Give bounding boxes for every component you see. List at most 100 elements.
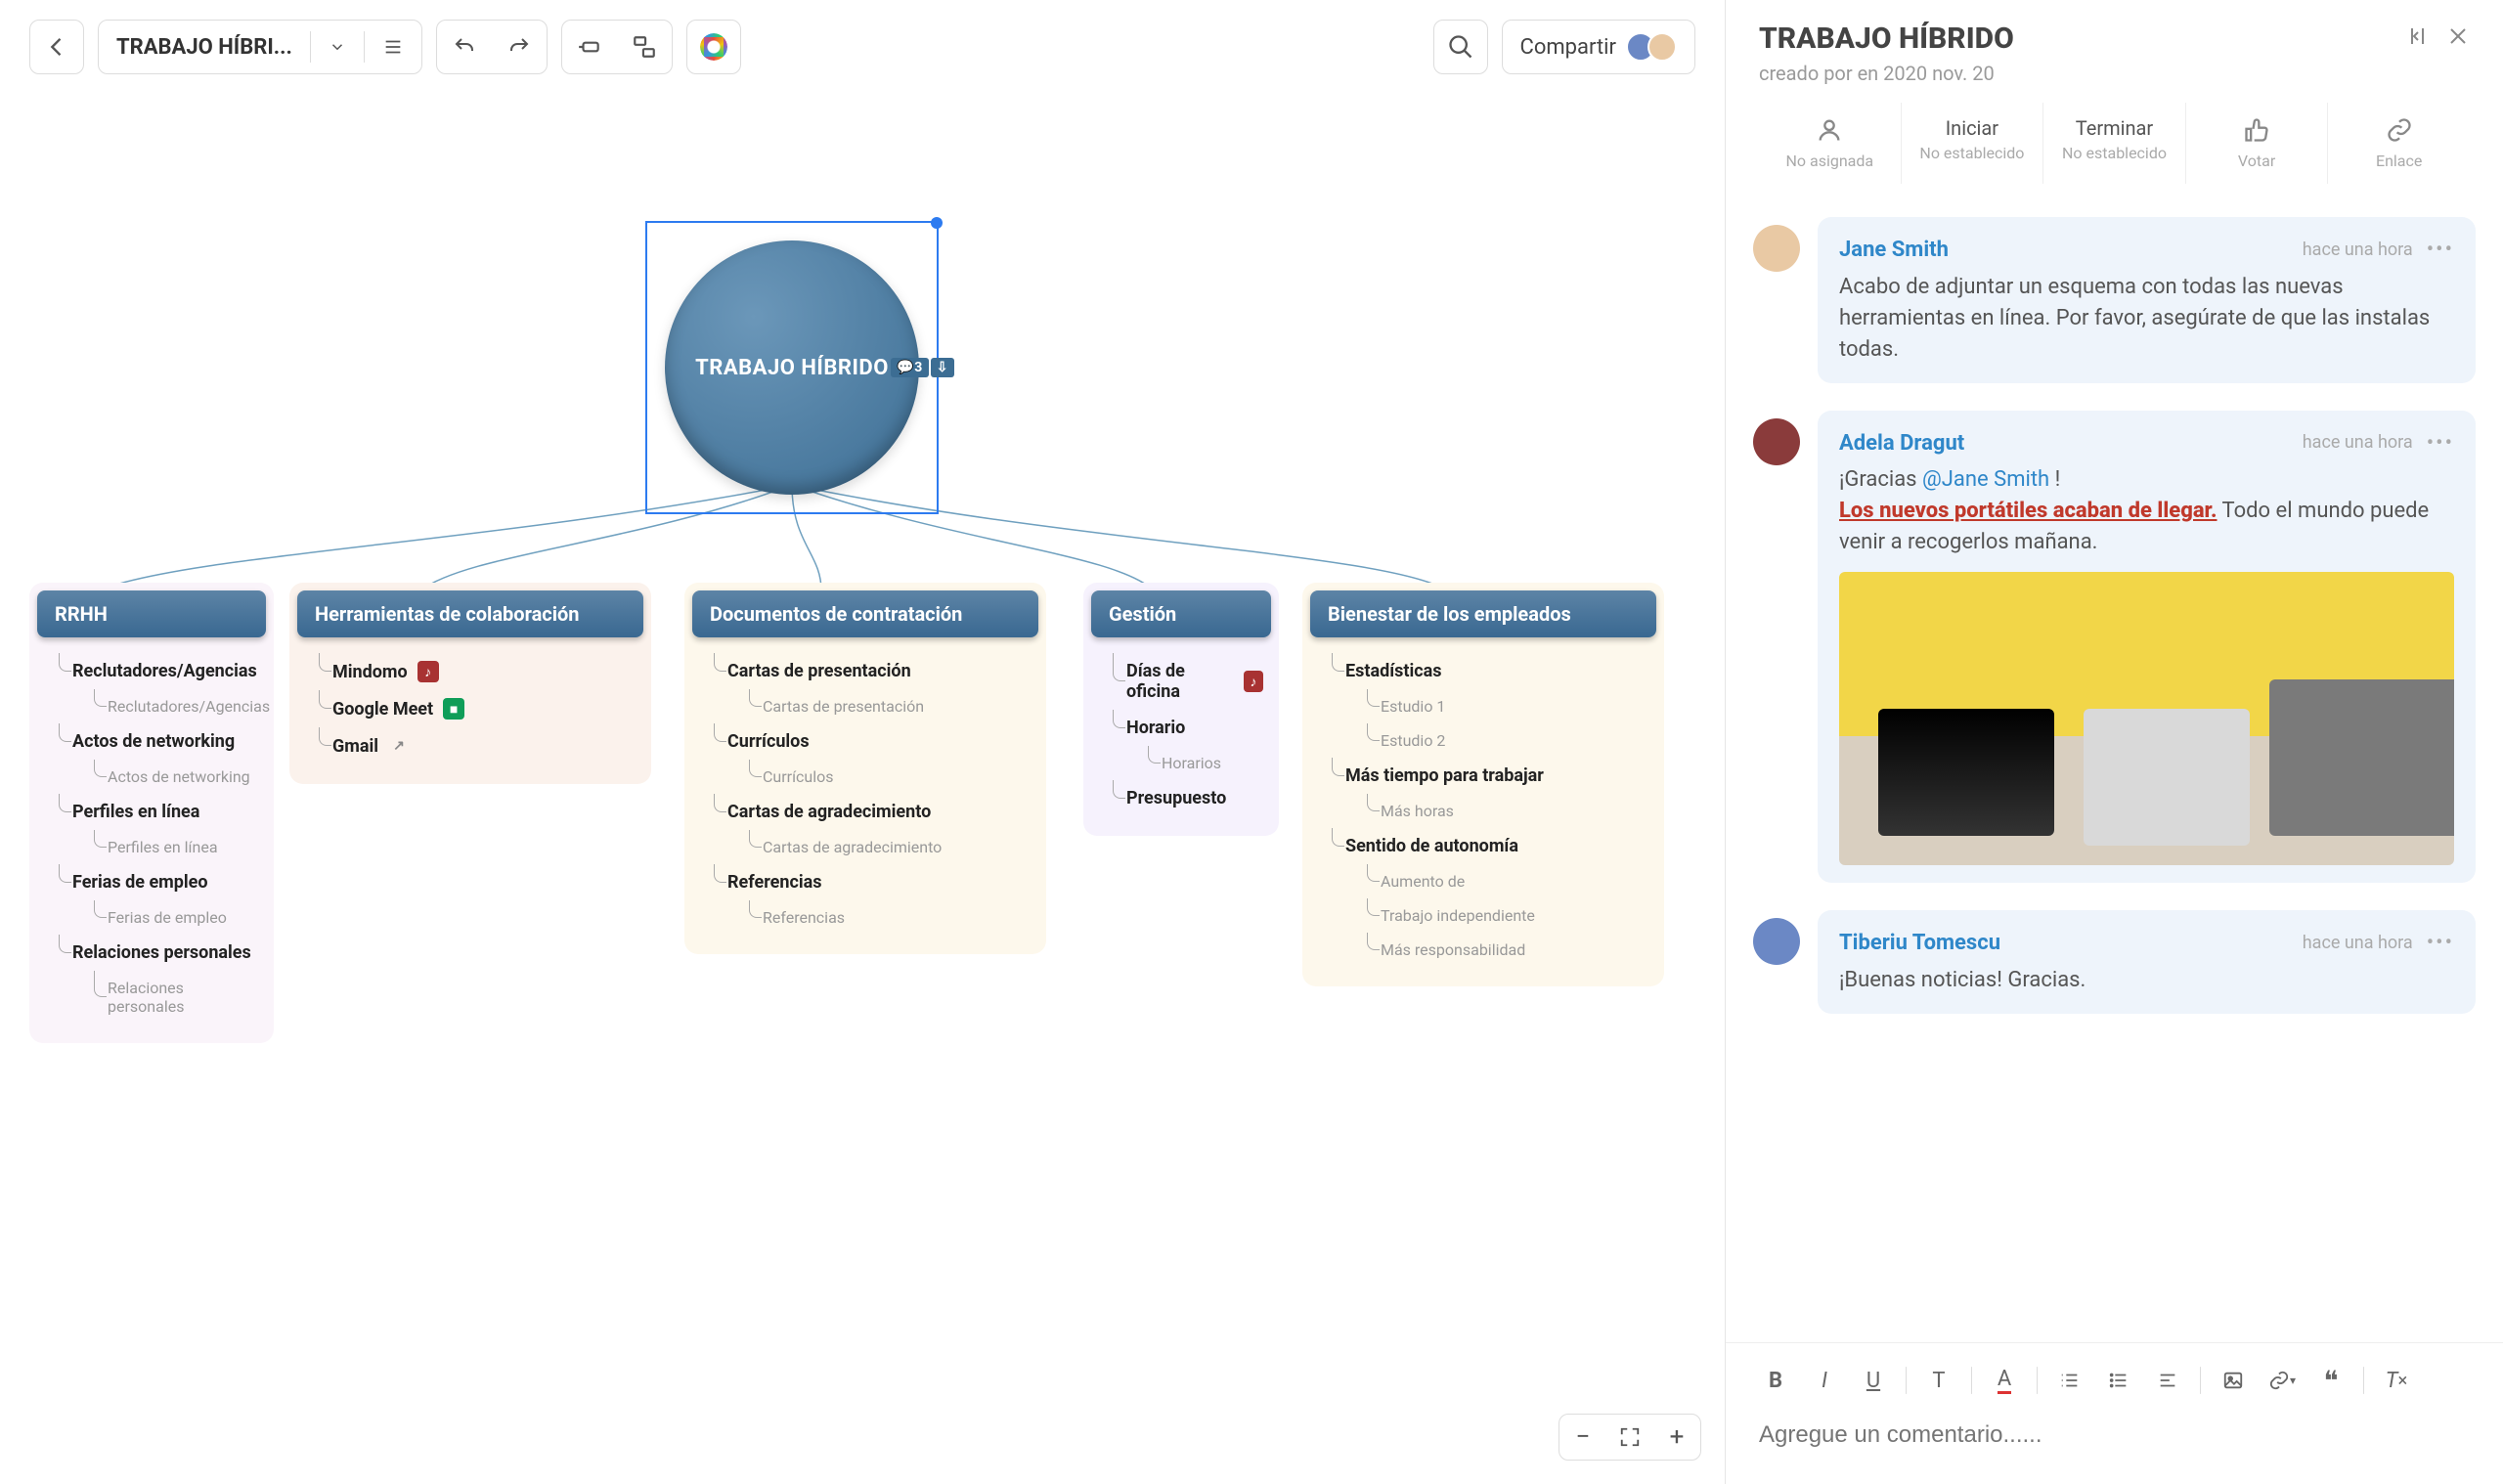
zoom-fit-button[interactable]: [1606, 1415, 1653, 1460]
branch-item[interactable]: Estudio 1: [1332, 689, 1648, 723]
branch-item[interactable]: Más tiempo para trabajar: [1332, 758, 1648, 794]
branch-item[interactable]: Estadísticas: [1332, 653, 1648, 689]
branch-header[interactable]: RRHH: [37, 590, 266, 637]
link-button[interactable]: ▾: [2260, 1359, 2305, 1402]
font-button[interactable]: T: [1916, 1359, 1961, 1402]
text-color-button[interactable]: A: [1982, 1359, 2027, 1402]
zoom-out-button[interactable]: −: [1559, 1415, 1606, 1460]
central-node-label: TRABAJO HÍBRIDO: [695, 356, 889, 380]
zoom-in-button[interactable]: +: [1653, 1415, 1700, 1460]
app-logo-button[interactable]: [686, 20, 741, 74]
separator: [2037, 1367, 2038, 1394]
italic-button[interactable]: I: [1802, 1359, 1847, 1402]
branch-rrhh[interactable]: RRHH Reclutadores/AgenciasReclutadores/Ag…: [29, 583, 274, 1043]
branch-item[interactable]: Reclutadores/Agencias: [59, 653, 258, 689]
comments-badge[interactable]: 💬3: [891, 358, 928, 377]
redo-button[interactable]: [492, 21, 547, 73]
branch-item[interactable]: Perfiles en línea: [59, 830, 258, 864]
branch-item[interactable]: Perfiles en línea: [59, 794, 258, 830]
branch-item[interactable]: Trabajo independiente: [1332, 898, 1648, 933]
meta-item[interactable]: No asignada: [1759, 103, 1902, 184]
branch-item[interactable]: Horario: [1113, 710, 1263, 746]
quote-button[interactable]: ❝: [2308, 1359, 2353, 1402]
undo-button[interactable]: [437, 21, 492, 73]
ordered-list-button[interactable]: [2047, 1359, 2092, 1402]
branch-header[interactable]: Bienestar de los empleados: [1310, 590, 1656, 637]
meta-item[interactable]: IniciarNo establecido: [1902, 103, 2044, 184]
mindmap-canvas[interactable]: TRABAJO HÍBRIDO 💬3 ⇩ RRHH Reclutadores/Ag…: [0, 94, 1725, 1484]
meta-item[interactable]: TerminarNo establecido: [2043, 103, 2186, 184]
branch-item[interactable]: Referencias: [714, 864, 1031, 900]
branch-header[interactable]: Herramientas de colaboración: [297, 590, 643, 637]
align-button[interactable]: [2145, 1359, 2190, 1402]
branch-item[interactable]: Ferias de empleo: [59, 864, 258, 900]
branch-item-label: Perfiles en línea: [72, 802, 199, 822]
meta-item[interactable]: Votar: [2186, 103, 2329, 184]
insert-topic-button[interactable]: [562, 21, 617, 73]
search-button[interactable]: [1433, 20, 1488, 74]
branch-item[interactable]: Gmail↗: [319, 727, 636, 764]
close-panel-button[interactable]: [2446, 24, 2470, 54]
branch-item[interactable]: Más horas: [1332, 794, 1648, 828]
comment-image[interactable]: [1839, 572, 2454, 865]
branch-header[interactable]: Gestión: [1091, 590, 1271, 637]
branch-item[interactable]: Cartas de agradecimiento: [714, 794, 1031, 830]
meta-item[interactable]: Enlace: [2328, 103, 2470, 184]
underline-button[interactable]: U: [1851, 1359, 1896, 1402]
comment-editor: B I U T A ▾ ❝ T×: [1726, 1342, 2503, 1484]
branch-bienestar[interactable]: Bienestar de los empleadosEstadísticasEs…: [1302, 583, 1664, 986]
comment-input[interactable]: [1753, 1402, 2476, 1468]
branch-item[interactable]: Currículos: [714, 760, 1031, 794]
menu-button[interactable]: [365, 21, 421, 73]
collapse-panel-button[interactable]: [2403, 24, 2427, 54]
insert-subtopic-button[interactable]: [617, 21, 672, 73]
branch-item[interactable]: Relaciones personales: [59, 935, 258, 971]
branch-item[interactable]: Google Meet■: [319, 690, 636, 727]
branch-item-label: Más responsabilidad: [1381, 940, 1525, 959]
branch-header[interactable]: Documentos de contratación: [692, 590, 1038, 637]
share-button[interactable]: Compartir: [1502, 20, 1695, 74]
search-icon: [1447, 33, 1474, 61]
central-node[interactable]: TRABAJO HÍBRIDO 💬3 ⇩: [665, 240, 919, 495]
comment-author[interactable]: Adela Dragut: [1839, 428, 1964, 459]
map-title[interactable]: TRABAJO HÍBRI...: [99, 21, 310, 73]
item-icon: ■: [443, 698, 464, 720]
branch-item[interactable]: Cartas de presentación: [714, 653, 1031, 689]
attachment-badge[interactable]: ⇩: [931, 358, 954, 377]
branch-item[interactable]: Más responsabilidad: [1332, 933, 1648, 967]
unordered-list-button[interactable]: [2096, 1359, 2141, 1402]
branch-item[interactable]: Reclutadores/Agencias: [59, 689, 258, 723]
branch-item[interactable]: Actos de networking: [59, 723, 258, 760]
branch-item[interactable]: Actos de networking: [59, 760, 258, 794]
branch-item[interactable]: Horarios: [1113, 746, 1263, 780]
separator: [2200, 1367, 2201, 1394]
branch-herramientas[interactable]: Herramientas de colaboración Mindomo♪Goog…: [289, 583, 651, 784]
back-button[interactable]: [29, 20, 84, 74]
comment-menu-button[interactable]: •••: [2427, 235, 2454, 266]
branch-gestion[interactable]: Gestión Días de oficina♪HorarioHorariosPr…: [1083, 583, 1279, 836]
branch-item[interactable]: Cartas de agradecimiento: [714, 830, 1031, 864]
clear-format-button[interactable]: T×: [2374, 1359, 2419, 1402]
branch-item[interactable]: Aumento de: [1332, 864, 1648, 898]
branch-item[interactable]: Estudio 2: [1332, 723, 1648, 758]
branch-item-label: Cartas de agradecimiento: [727, 802, 931, 822]
branch-item[interactable]: Mindomo♪: [319, 653, 636, 690]
branch-item[interactable]: Currículos: [714, 723, 1031, 760]
comment-author[interactable]: Jane Smith: [1839, 235, 1949, 266]
branch-item[interactable]: Ferias de empleo: [59, 900, 258, 935]
branch-item[interactable]: Referencias: [714, 900, 1031, 935]
image-button[interactable]: [2211, 1359, 2256, 1402]
branch-item-label: Currículos: [727, 731, 810, 752]
comment-menu-button[interactable]: •••: [2427, 428, 2454, 459]
mention[interactable]: @Jane Smith: [1922, 467, 2049, 492]
branch-item[interactable]: Sentido de autonomía: [1332, 828, 1648, 864]
bold-button[interactable]: B: [1753, 1359, 1798, 1402]
branch-item[interactable]: Presupuesto: [1113, 780, 1263, 816]
branch-documentos[interactable]: Documentos de contratación Cartas de pres…: [684, 583, 1046, 954]
comment-author[interactable]: Tiberiu Tomescu: [1839, 928, 2000, 959]
branch-item[interactable]: Días de oficina♪: [1113, 653, 1263, 710]
title-dropdown[interactable]: [311, 21, 364, 73]
branch-item[interactable]: Cartas de presentación: [714, 689, 1031, 723]
comment-menu-button[interactable]: •••: [2427, 928, 2454, 959]
branch-item[interactable]: Relaciones personales: [59, 971, 258, 1024]
